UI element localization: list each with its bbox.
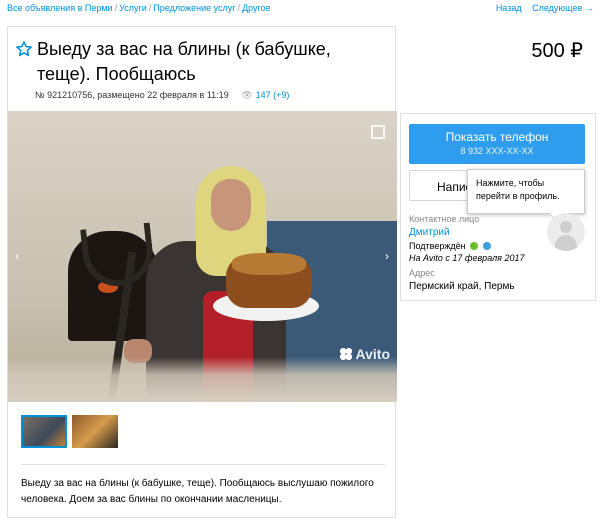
photo-face [211, 179, 251, 231]
show-phone-button[interactable]: Показать телефон 8 932 ХХХ-ХХ-ХХ [409, 124, 585, 164]
photo-pancakes-top [232, 253, 306, 275]
next-listing-link[interactable]: Следующее → [532, 3, 594, 13]
seller-address: Пермский край, Пермь [409, 281, 515, 292]
verified-status: Подтверждён [409, 241, 491, 251]
contact-person-label: Контактное лицо [409, 214, 480, 224]
avatar-head [560, 221, 572, 233]
views-count[interactable]: 147 (+9) [256, 90, 290, 100]
verified-label: Подтверждён [409, 241, 466, 251]
listing-card: Выеду за вас на блины (к бабушке, теще).… [7, 26, 397, 518]
profile-tooltip: Нажмите, чтобы перейти в профиль. [467, 169, 585, 214]
gallery-next-button[interactable]: › [385, 249, 389, 263]
photo-gallery[interactable]: ‹ › Avito [8, 111, 397, 402]
gallery-prev-button[interactable]: ‹ [15, 249, 19, 263]
avito-logo-icon [338, 347, 353, 361]
breadcrumb-other[interactable]: Другое [242, 3, 271, 13]
thumbnail-1[interactable] [21, 415, 67, 448]
breadcrumb-separator: / [237, 3, 241, 13]
avito-watermark-text: Avito [355, 346, 390, 362]
listing-price: 500 ₽ [531, 40, 583, 62]
email-verified-icon [482, 242, 491, 250]
thumbnail-2[interactable] [72, 415, 118, 448]
listing-title: Выеду за вас на блины (к бабушке, теще).… [37, 39, 331, 84]
avatar-body [555, 235, 577, 251]
masked-phone: 8 932 ХХХ-ХХ-ХХ [460, 146, 534, 156]
divider [21, 464, 385, 465]
seller-name-link[interactable]: Дмитрий [409, 227, 450, 238]
photo-blur [8, 357, 397, 402]
contact-card: Показать телефон 8 932 ХХХ-ХХ-ХХ Написат… [400, 113, 596, 301]
breadcrumb-separator: / [148, 3, 152, 13]
breadcrumb: Все объявления в Перми / Услуги / Предложени… [7, 3, 271, 13]
listing-number-date: № 921210756, размещено 22 февраля в 11:1… [35, 90, 229, 100]
breadcrumb-all-ads[interactable]: Все объявления в Перми [7, 3, 113, 13]
favorite-star-icon[interactable] [15, 40, 33, 58]
expand-icon[interactable] [371, 125, 385, 139]
breadcrumb-service-offer[interactable]: Предложение услуг [153, 3, 235, 13]
show-phone-label: Показать телефон [445, 130, 549, 144]
breadcrumb-services[interactable]: Услуги [119, 3, 147, 13]
breadcrumb-separator: / [114, 3, 118, 13]
listing-description: Выеду за вас на блины (к бабушке, теще).… [21, 478, 374, 505]
avito-watermark: Avito [338, 346, 390, 362]
back-link[interactable]: Назад [496, 3, 522, 13]
member-since: На Avito с 17 февраля 2017 [409, 253, 525, 263]
listing-navigation: Назад Следующее → [496, 3, 594, 13]
listing-meta: № 921210756, размещено 22 февраля в 11:1… [35, 90, 289, 101]
address-label: Адрес [409, 268, 435, 278]
avatar-placeholder-icon[interactable] [547, 213, 585, 251]
phone-verified-icon [470, 242, 479, 250]
eye-icon: 👁 [241, 90, 253, 100]
